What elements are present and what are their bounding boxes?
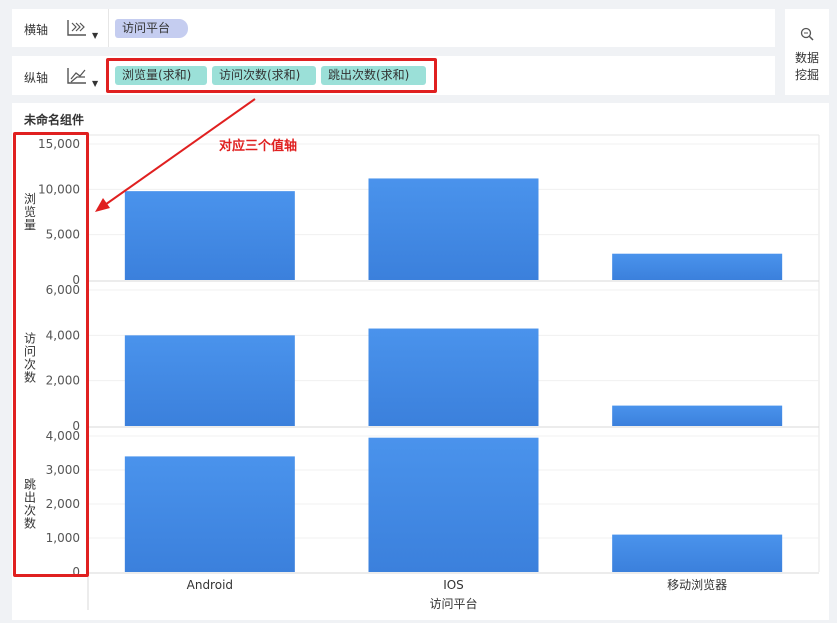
y-axis-label: 纵轴 <box>24 71 49 85</box>
x-axis-label: 横轴 <box>24 23 49 37</box>
chart-panel: 未命名组件 <box>12 103 829 620</box>
data-mining-label-1: 数据 <box>795 51 820 65</box>
y-pills-highlight-box <box>106 58 437 93</box>
x-pill-platform[interactable]: 访问平台 <box>115 19 188 38</box>
shelf-divider <box>108 9 109 47</box>
shelf-separator <box>12 47 775 56</box>
data-mining-label-2: 挖掘 <box>795 68 820 82</box>
x-axis-type-icon[interactable] <box>66 18 86 38</box>
data-mining-icon <box>800 27 814 41</box>
x-axis-dropdown-icon[interactable]: ▼ <box>92 31 98 40</box>
component-title: 未命名组件 <box>24 113 85 127</box>
annotation-text: 对应三个值轴 <box>219 139 298 154</box>
y-axis-type-icon[interactable] <box>66 66 86 86</box>
y-axis-dropdown-icon[interactable]: ▼ <box>92 79 98 88</box>
data-mining-button[interactable]: 数据 挖掘 <box>785 9 829 95</box>
value-axes-highlight-box <box>13 132 89 577</box>
